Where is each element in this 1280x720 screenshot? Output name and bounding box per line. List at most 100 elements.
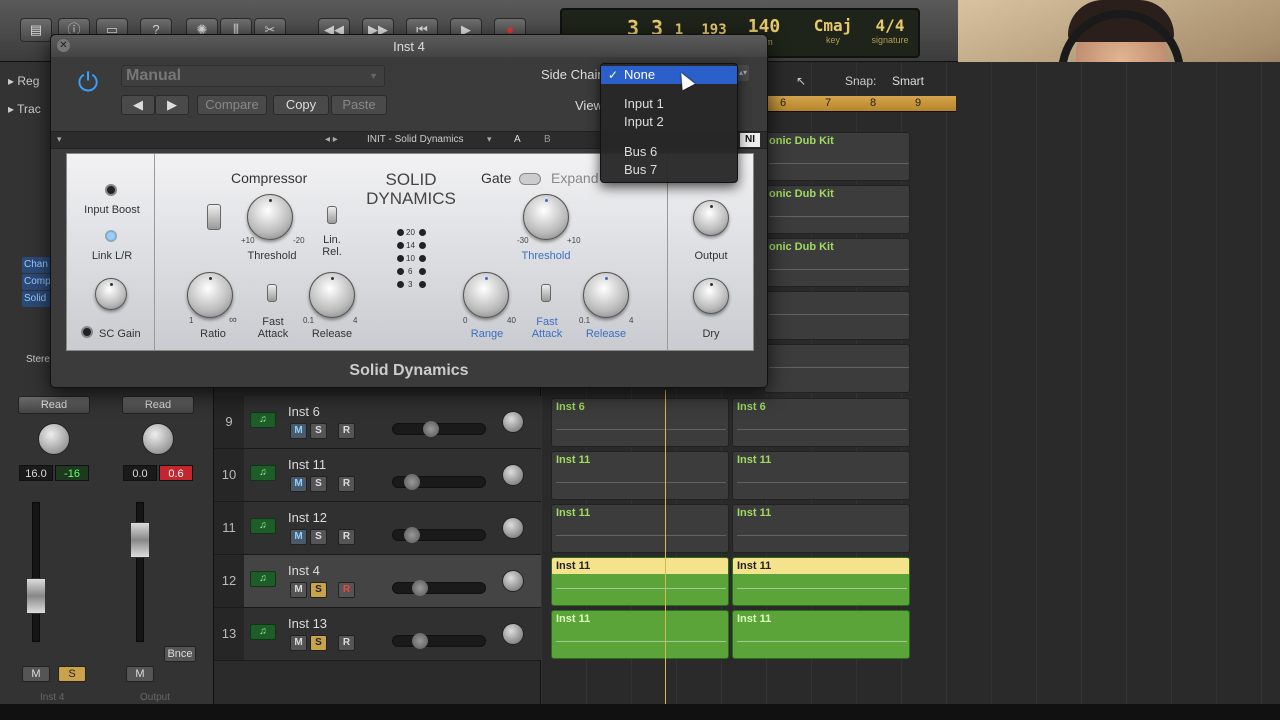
volume-fader-cap-2[interactable] bbox=[130, 522, 150, 558]
automation-read-1[interactable]: Read bbox=[18, 396, 90, 414]
slider-handle[interactable] bbox=[404, 527, 420, 543]
input-boost-toggle[interactable] bbox=[105, 184, 117, 196]
dry-knob[interactable] bbox=[693, 278, 729, 314]
track-pan-knob[interactable] bbox=[502, 570, 524, 592]
mute-button[interactable]: M bbox=[290, 582, 307, 598]
region[interactable]: Inst 11 bbox=[551, 504, 729, 553]
record-enable-button[interactable]: R bbox=[338, 476, 355, 492]
solo-button[interactable]: S bbox=[310, 635, 327, 651]
region-selected[interactable]: Inst 11 bbox=[551, 557, 729, 606]
region[interactable]: Inst 11 bbox=[551, 610, 729, 659]
mute-button-strip-2[interactable]: M bbox=[126, 666, 154, 682]
volume-value-1[interactable]: 16.0 bbox=[19, 465, 53, 481]
menu-item-bus-7[interactable]: Bus 7 bbox=[601, 161, 737, 179]
volume-value-2[interactable]: 0.0 bbox=[123, 465, 157, 481]
bounce-button[interactable]: Bnce bbox=[164, 646, 196, 662]
sc-gain-knob[interactable] bbox=[95, 278, 127, 310]
gate-fast-attack-switch[interactable] bbox=[541, 284, 551, 302]
track-pan-knob[interactable] bbox=[502, 464, 524, 486]
track-name[interactable]: Inst 6 bbox=[288, 404, 320, 419]
preset-arrows-icon[interactable]: ◂ ▸ bbox=[325, 134, 338, 145]
region[interactable]: Inst 11 bbox=[732, 610, 910, 659]
record-enable-button[interactable]: R bbox=[338, 423, 355, 439]
pan-knob-2[interactable] bbox=[142, 423, 174, 455]
gate-label[interactable]: Gate bbox=[481, 170, 511, 186]
track-pan-knob[interactable] bbox=[502, 411, 524, 433]
mute-button[interactable]: M bbox=[290, 476, 307, 492]
track-pan-knob[interactable] bbox=[502, 623, 524, 645]
pointer-tool-icon[interactable]: ↖ bbox=[796, 74, 806, 88]
automation-read-2[interactable]: Read bbox=[122, 396, 194, 414]
track-volume-slider[interactable] bbox=[392, 527, 486, 543]
mute-button[interactable]: M bbox=[290, 423, 307, 439]
playhead[interactable] bbox=[665, 390, 666, 720]
chevron-down-icon[interactable]: ▾ bbox=[57, 134, 62, 145]
snap-control[interactable]: ↖ Snap: Smart bbox=[768, 70, 958, 94]
region[interactable]: Inst 11 bbox=[732, 504, 910, 553]
solo-button-strip-1[interactable]: S bbox=[58, 666, 86, 682]
link-lr-toggle[interactable] bbox=[105, 230, 117, 242]
track-volume-slider[interactable] bbox=[392, 474, 486, 490]
region-selected[interactable]: Inst 11 bbox=[732, 557, 910, 606]
ab-b-button[interactable]: B bbox=[544, 134, 551, 145]
ratio-knob[interactable] bbox=[187, 272, 233, 318]
track-name[interactable]: Inst 13 bbox=[288, 616, 327, 631]
region-drum-kit-1[interactable]: onic Dub Kit bbox=[764, 132, 910, 181]
gate-release-knob[interactable] bbox=[583, 272, 629, 318]
compressor-mode-switch[interactable] bbox=[207, 204, 221, 230]
timeline-ruler[interactable]: 6 7 8 9 bbox=[766, 96, 956, 112]
side-chain-arrows-icon[interactable]: ▴▾ bbox=[737, 65, 749, 81]
region-blank-1[interactable] bbox=[764, 291, 910, 340]
region[interactable]: Inst 11 bbox=[551, 451, 729, 500]
track-name[interactable]: Inst 12 bbox=[288, 510, 327, 525]
previous-preset-button[interactable]: ◀ bbox=[121, 95, 155, 115]
volume-fader-cap-1[interactable] bbox=[26, 578, 46, 614]
range-knob[interactable] bbox=[463, 272, 509, 318]
view-label[interactable]: View bbox=[575, 98, 603, 113]
power-icon[interactable]: ⏻ bbox=[71, 65, 105, 99]
mute-button[interactable]: M bbox=[290, 529, 307, 545]
release-knob[interactable] bbox=[309, 272, 355, 318]
ab-a-button[interactable]: A bbox=[514, 134, 521, 145]
lin-rel-switch[interactable] bbox=[327, 206, 337, 224]
solo-button[interactable]: S bbox=[310, 529, 327, 545]
track-volume-slider[interactable] bbox=[392, 580, 486, 596]
compare-button[interactable]: Compare bbox=[197, 95, 267, 115]
library-icon[interactable]: ▤ bbox=[20, 18, 52, 42]
copy-button[interactable]: Copy bbox=[273, 95, 329, 115]
track-row[interactable]: 9 ♫ Inst 6 M S R bbox=[214, 396, 541, 449]
menu-item-input-1[interactable]: Input 1 bbox=[601, 95, 737, 113]
track-pan-knob[interactable] bbox=[502, 517, 524, 539]
threshold-knob[interactable] bbox=[247, 194, 293, 240]
preset-selector[interactable]: Manual ▼ bbox=[121, 65, 385, 87]
slider-handle[interactable] bbox=[412, 580, 428, 596]
paste-button[interactable]: Paste bbox=[331, 95, 387, 115]
gate-threshold-knob[interactable] bbox=[523, 194, 569, 240]
gate-expand-toggle[interactable] bbox=[519, 173, 541, 185]
record-enable-button[interactable]: R bbox=[338, 635, 355, 651]
menu-item-none[interactable]: ✓ None bbox=[601, 66, 737, 84]
track-name[interactable]: Inst 11 bbox=[288, 457, 326, 472]
track-volume-slider[interactable] bbox=[392, 633, 486, 649]
volume-fader-track-1[interactable] bbox=[32, 502, 40, 642]
plugin-titlebar[interactable]: ✕ Inst 4 bbox=[51, 35, 767, 57]
region-drum-kit-3[interactable]: onic Dub Kit bbox=[764, 238, 910, 287]
track-row[interactable]: 11 ♫ Inst 12 M S R bbox=[214, 502, 541, 555]
track-name[interactable]: Inst 4 bbox=[288, 563, 320, 578]
mute-button-strip-1[interactable]: M bbox=[22, 666, 50, 682]
menu-item-input-2[interactable]: Input 2 bbox=[601, 113, 737, 131]
track-inspector-header[interactable]: ▸ Trac bbox=[8, 102, 41, 116]
region-blank-2[interactable] bbox=[764, 344, 910, 393]
solo-button[interactable]: S bbox=[310, 476, 327, 492]
output-knob[interactable] bbox=[693, 200, 729, 236]
solo-button[interactable]: S bbox=[310, 582, 327, 598]
slider-handle[interactable] bbox=[423, 421, 439, 437]
chevron-down-icon[interactable]: ▾ bbox=[487, 134, 492, 145]
track-row[interactable]: 10 ♫ Inst 11 M S R bbox=[214, 449, 541, 502]
region[interactable]: Inst 6 bbox=[551, 398, 729, 447]
record-enable-button[interactable]: R bbox=[338, 582, 355, 598]
solo-button[interactable]: S bbox=[310, 423, 327, 439]
next-preset-button[interactable]: ▶ bbox=[155, 95, 189, 115]
region[interactable]: Inst 11 bbox=[732, 451, 910, 500]
expand-label[interactable]: Expand bbox=[551, 170, 598, 186]
